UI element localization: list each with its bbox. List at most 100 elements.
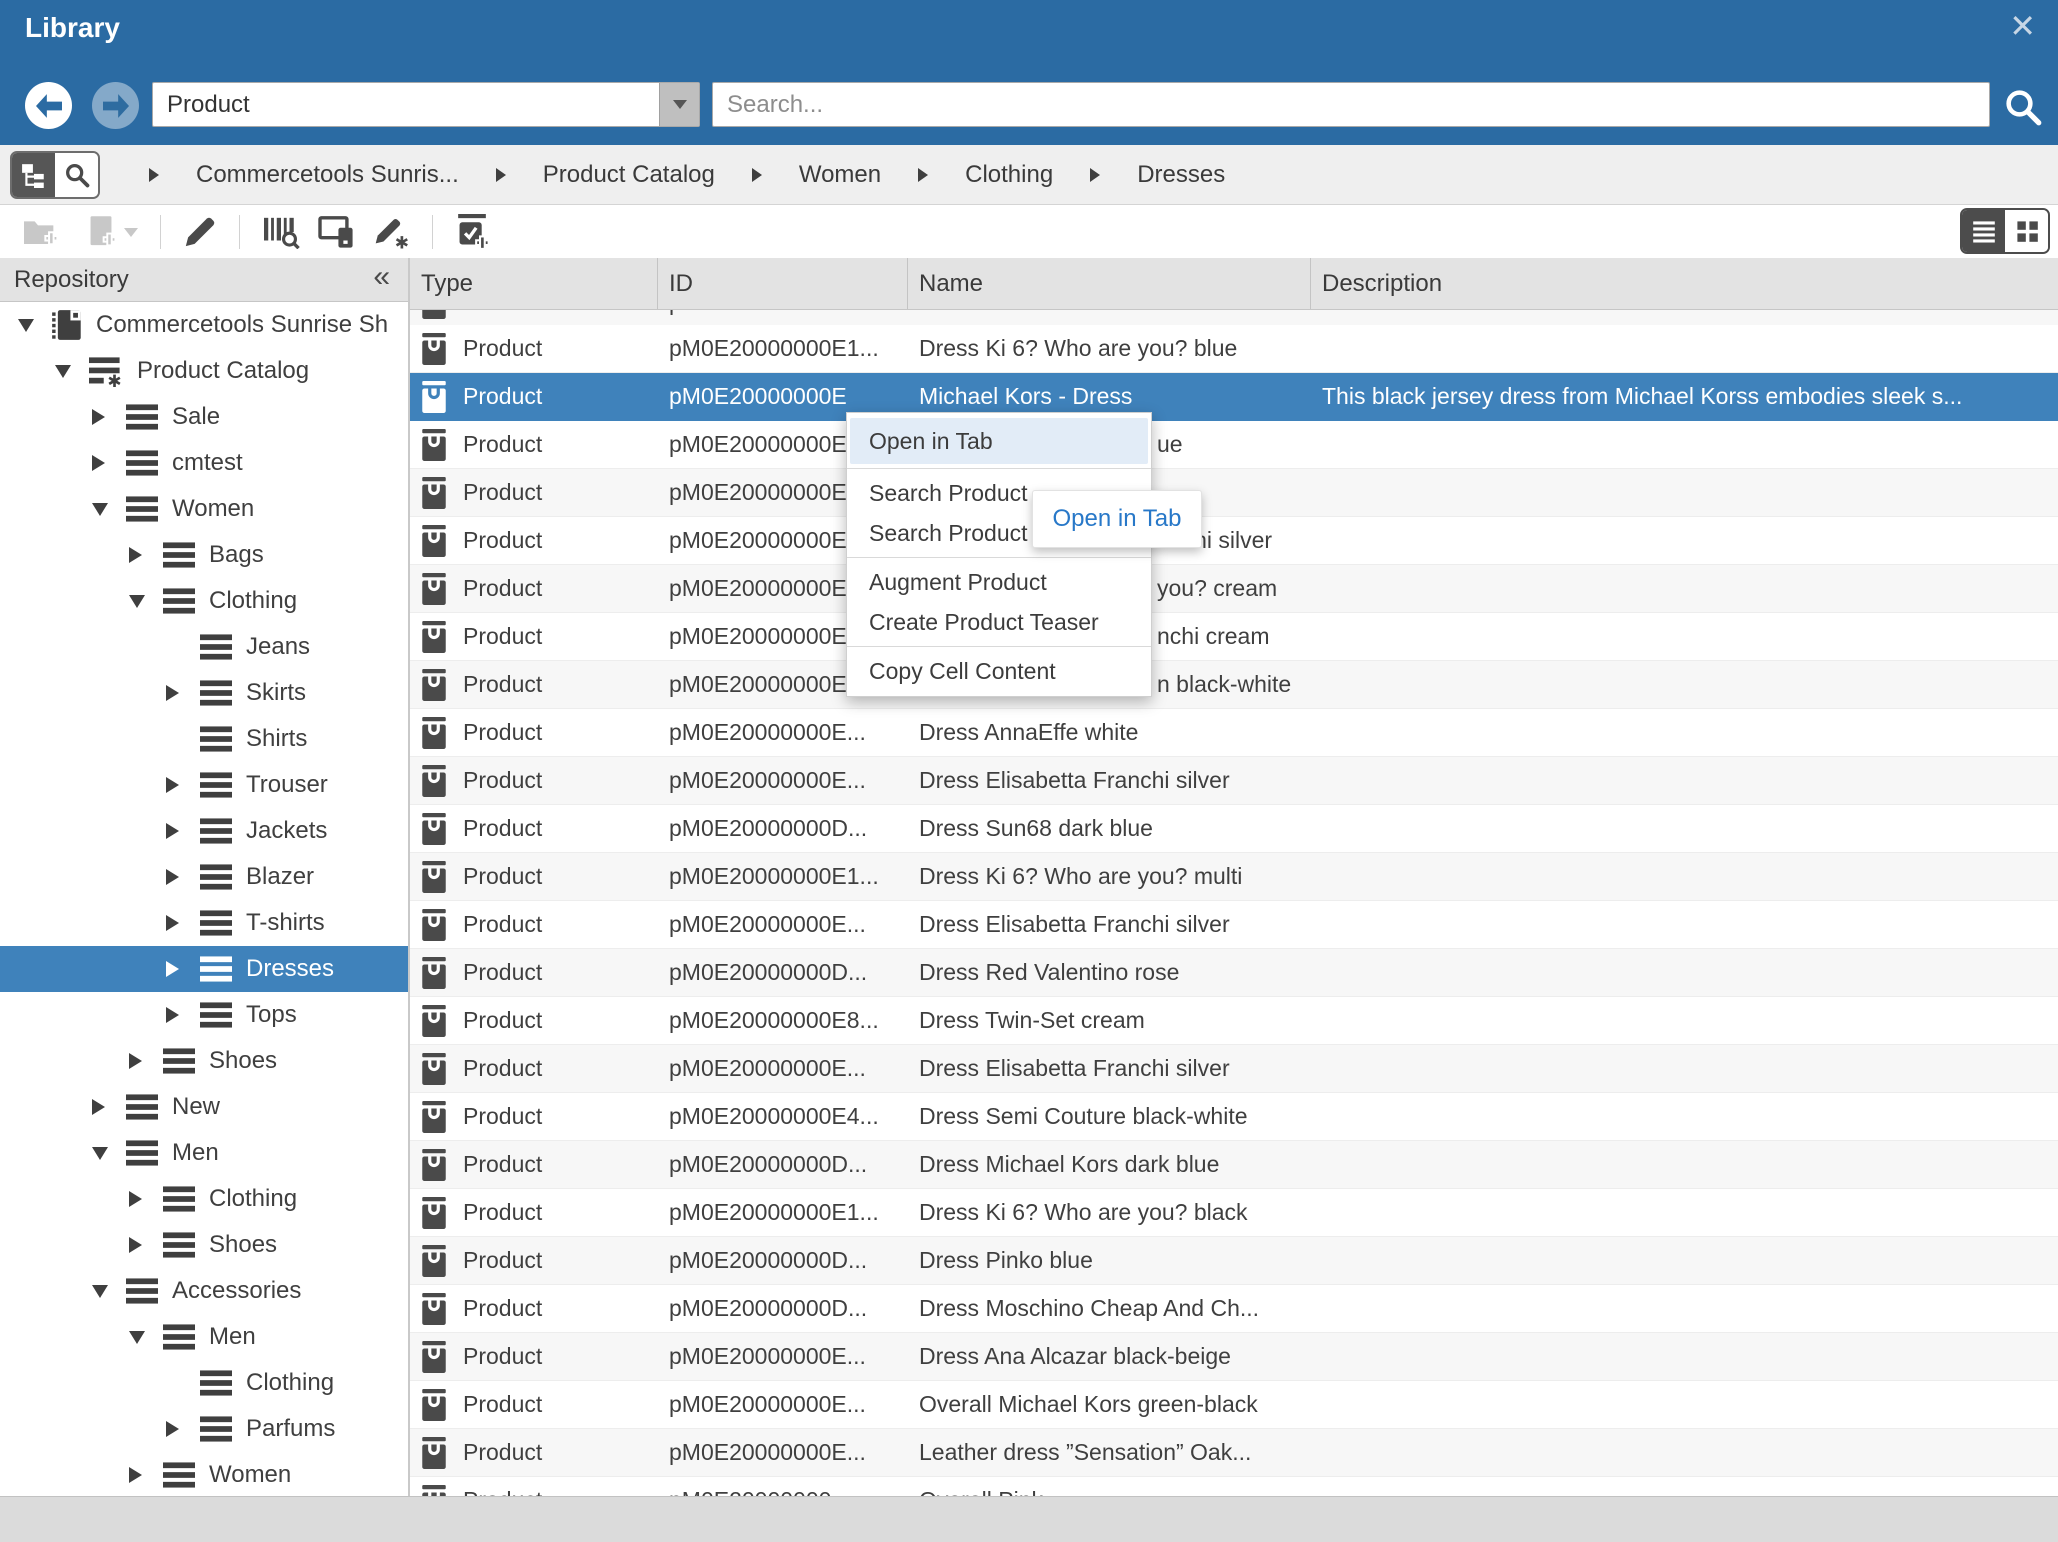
tree-view-toggle[interactable] bbox=[12, 153, 55, 197]
table-row[interactable]: ProductpM0E20000000E... bbox=[410, 469, 2058, 517]
tree-item-clothing[interactable]: Clothing bbox=[0, 1176, 408, 1222]
expand-arrow-icon[interactable] bbox=[166, 1421, 192, 1437]
tree-item-shirts[interactable]: Shirts bbox=[0, 716, 408, 762]
collapse-arrow-icon[interactable] bbox=[92, 1147, 118, 1160]
table-row[interactable]: ProductpM0E20000000E...Dress AnnaEffe wh… bbox=[410, 709, 2058, 757]
table-row[interactable]: ProductpM0E20000000D...Dress Sun68 dark … bbox=[410, 805, 2058, 853]
thumbnail-view-button[interactable] bbox=[2005, 210, 2048, 252]
expand-arrow-icon[interactable] bbox=[129, 1053, 155, 1069]
tree-item-sale[interactable]: Sale bbox=[0, 394, 408, 440]
floating-open-in-tab[interactable]: Open in Tab bbox=[1032, 490, 1202, 548]
tree-item-women[interactable]: Women bbox=[0, 1452, 408, 1496]
menu-item-create-product-teaser[interactable]: Create Product Teaser bbox=[847, 602, 1151, 642]
forward-button[interactable] bbox=[92, 82, 139, 129]
table-row[interactable]: ProductpM0E20000000E...Dress Ana Alcazar… bbox=[410, 1333, 2058, 1381]
tree-item-accessories[interactable]: Accessories bbox=[0, 1268, 408, 1314]
tree-item-trouser[interactable]: Trouser bbox=[0, 762, 408, 808]
table-row[interactable]: ProductpM0E20000000D...Dress Red Valenti… bbox=[410, 949, 2058, 997]
edit-button[interactable] bbox=[183, 215, 217, 249]
column-header-name[interactable]: Name bbox=[908, 258, 1311, 309]
tree-item-skirts[interactable]: Skirts bbox=[0, 670, 408, 716]
table-row[interactable]: ProductpM0E20000000D...Dress Moschino Ch… bbox=[410, 1285, 2058, 1333]
column-header-description[interactable]: Description bbox=[1311, 258, 2058, 309]
collapse-arrow-icon[interactable] bbox=[55, 365, 81, 378]
search-product-pictures-button[interactable] bbox=[262, 215, 300, 249]
collapse-panel-icon[interactable]: « bbox=[373, 260, 390, 294]
table-row[interactable]: ProductpM0E20000000E8...Dress Twin-Set c… bbox=[410, 997, 2058, 1045]
tree-item-shoes[interactable]: Shoes bbox=[0, 1038, 408, 1084]
table-row[interactable]: ProductpM0E20000000E1...Dress Ki 6? Who … bbox=[410, 325, 2058, 373]
table-row[interactable]: ProductpM0E20000000E...Overall Michael K… bbox=[410, 1381, 2058, 1429]
back-button[interactable] bbox=[25, 82, 72, 129]
table-row[interactable]: ProductpM0E20000000E...Leather dress ”Se… bbox=[410, 1429, 2058, 1477]
expand-arrow-icon[interactable] bbox=[166, 869, 192, 885]
table-row[interactable]: ProductpM0E20000000E...anchi silver bbox=[410, 517, 2058, 565]
table-row[interactable]: ProductpM0E20000000E...Dress Elisabetta … bbox=[410, 901, 2058, 949]
search-input[interactable] bbox=[712, 82, 1990, 127]
table-row[interactable]: ProductpM0E20000000D...Dress Michael Kor… bbox=[410, 1141, 2058, 1189]
new-folder-button[interactable] bbox=[22, 216, 58, 248]
expand-arrow-icon[interactable] bbox=[166, 685, 192, 701]
search-view-toggle[interactable] bbox=[55, 153, 98, 197]
table-row[interactable]: ProductpM0E20000000... bbox=[410, 310, 2058, 325]
expand-arrow-icon[interactable] bbox=[129, 1237, 155, 1253]
table-row[interactable]: ProductpM0E20000000...Overall Pink... bbox=[410, 1477, 2058, 1496]
close-icon[interactable]: ✕ bbox=[2009, 10, 2036, 42]
table-row[interactable]: ProductpM0E20000000E...nchi cream bbox=[410, 613, 2058, 661]
tree-item-clothing[interactable]: Clothing bbox=[0, 1360, 408, 1406]
collapse-arrow-icon[interactable] bbox=[129, 595, 155, 608]
table-row[interactable]: ProductpM0E20000000E1...Dress Ki 6? Who … bbox=[410, 1189, 2058, 1237]
expand-arrow-icon[interactable] bbox=[92, 455, 118, 471]
tree-item-product-catalog[interactable]: ✱Product Catalog bbox=[0, 348, 408, 394]
doctype-dropdown-button[interactable] bbox=[659, 83, 699, 126]
tree-item-jackets[interactable]: Jackets bbox=[0, 808, 408, 854]
table-row[interactable]: ProductpM0E20000000E...ue bbox=[410, 421, 2058, 469]
tree-item-men[interactable]: Men bbox=[0, 1314, 408, 1360]
breadcrumb-item-commercetools-sunris[interactable]: Commercetools Sunris... bbox=[196, 161, 459, 189]
tree-item-blazer[interactable]: Blazer bbox=[0, 854, 408, 900]
create-checklist-button[interactable] bbox=[455, 214, 489, 250]
search-icon[interactable] bbox=[2002, 86, 2044, 133]
tree-item-new[interactable]: New bbox=[0, 1084, 408, 1130]
list-view-button[interactable] bbox=[1962, 210, 2005, 252]
tree-item-dresses[interactable]: Dresses bbox=[0, 946, 408, 992]
tree-item-bags[interactable]: Bags bbox=[0, 532, 408, 578]
tree-item-parfums[interactable]: Parfums bbox=[0, 1406, 408, 1452]
breadcrumb-item-women[interactable]: Women bbox=[799, 161, 881, 189]
collapse-arrow-icon[interactable] bbox=[92, 503, 118, 516]
table-row[interactable]: ProductpM0E20000000E...Dress Elisabetta … bbox=[410, 757, 2058, 805]
table-row[interactable]: ProductpM0E20000000D...Dress Pinko blue bbox=[410, 1237, 2058, 1285]
column-header-type[interactable]: Type bbox=[410, 258, 658, 309]
collapse-arrow-icon[interactable] bbox=[18, 319, 44, 332]
table-row[interactable]: ProductpM0E20000000E4...Dress Semi Coutu… bbox=[410, 1093, 2058, 1141]
breadcrumb-item-product-catalog[interactable]: Product Catalog bbox=[543, 161, 715, 189]
table-row[interactable]: ProductpM0E20000000E...Dress Elisabetta … bbox=[410, 1045, 2058, 1093]
preview-devices-button[interactable] bbox=[318, 215, 356, 249]
column-header-id[interactable]: ID bbox=[658, 258, 908, 309]
menu-item-copy-cell-content[interactable]: Copy Cell Content bbox=[847, 651, 1151, 691]
doctype-select[interactable]: Product bbox=[152, 82, 700, 127]
new-content-button[interactable] bbox=[86, 215, 116, 249]
collapse-arrow-icon[interactable] bbox=[92, 1285, 118, 1298]
table-row[interactable]: ProductpM0E20000000E1...Dress Ki 6? Who … bbox=[410, 853, 2058, 901]
menu-item-open-in-tab[interactable]: Open in Tab bbox=[850, 418, 1148, 464]
new-content-dropdown[interactable] bbox=[124, 228, 138, 237]
tree-item-women[interactable]: Women bbox=[0, 486, 408, 532]
expand-arrow-icon[interactable] bbox=[92, 409, 118, 425]
expand-arrow-icon[interactable] bbox=[129, 547, 155, 563]
expand-arrow-icon[interactable] bbox=[129, 1191, 155, 1207]
augment-button[interactable]: ✱ bbox=[374, 215, 410, 249]
expand-arrow-icon[interactable] bbox=[166, 915, 192, 931]
breadcrumb-item-dresses[interactable]: Dresses bbox=[1137, 161, 1225, 189]
tree-item-men[interactable]: Men bbox=[0, 1130, 408, 1176]
breadcrumb-item-clothing[interactable]: Clothing bbox=[965, 161, 1053, 189]
collapse-arrow-icon[interactable] bbox=[129, 1331, 155, 1344]
table-row-selected[interactable]: ProductpM0E20000000EMichael Kors - Dress… bbox=[410, 373, 2058, 421]
menu-item-augment-product[interactable]: Augment Product bbox=[847, 562, 1151, 602]
expand-arrow-icon[interactable] bbox=[166, 1007, 192, 1023]
expand-arrow-icon[interactable] bbox=[92, 1099, 118, 1115]
table-row[interactable]: ProductpM0E20000000E...you? cream bbox=[410, 565, 2058, 613]
tree-item-shoes[interactable]: Shoes bbox=[0, 1222, 408, 1268]
tree-item-t-shirts[interactable]: T-shirts bbox=[0, 900, 408, 946]
expand-arrow-icon[interactable] bbox=[166, 777, 192, 793]
